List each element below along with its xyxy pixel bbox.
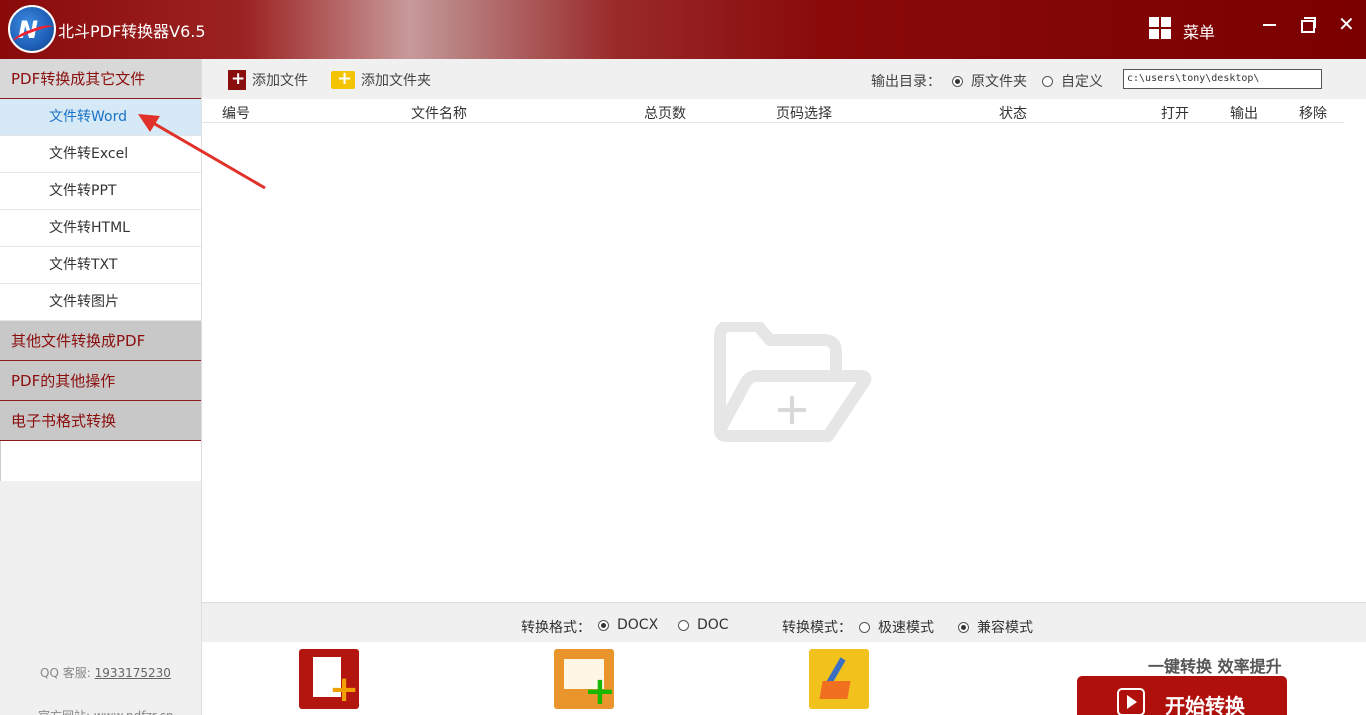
output-original-label: 原文件夹: [971, 74, 1027, 90]
add-folder-icon: [331, 68, 355, 89]
add-folder-label: 添加文件夹: [361, 73, 431, 89]
app-title: 北斗PDF转换器V6.5: [58, 22, 206, 41]
category-pdf-to-other[interactable]: PDF转换成其它文件: [0, 59, 201, 99]
add-folder-drop-icon[interactable]: [712, 322, 874, 442]
menu-button[interactable]: 菜单: [1183, 19, 1215, 43]
radio-unchecked-icon: [678, 619, 689, 631]
sidebar-item-to-html[interactable]: 文件转HTML: [0, 210, 201, 247]
qq-support: QQ 客服: 1933175230: [40, 664, 171, 681]
sidebar-blank: [0, 441, 201, 481]
slogan: 一键转换 效率提升: [1148, 657, 1282, 676]
add-file-label: 添加文件: [252, 73, 308, 89]
menu-grid-icon[interactable]: [1149, 17, 1171, 39]
col-remove: 移除: [1299, 106, 1327, 122]
official-site[interactable]: 官方网站: www.pdfzr.cn: [38, 707, 174, 715]
format-docx-label: DOCX: [617, 617, 659, 633]
mode-label: 转换模式：: [782, 620, 852, 636]
category-other-to-pdf[interactable]: 其他文件转换成PDF: [0, 321, 201, 361]
mode-fast-label: 极速模式: [878, 620, 934, 636]
category-ebook-convert[interactable]: 电子书格式转换: [0, 401, 201, 441]
mode-compat-radio[interactable]: 兼容模式: [958, 617, 1033, 637]
format-label: 转换格式：: [521, 620, 591, 636]
output-path-input[interactable]: c:\users\tony\desktop\: [1123, 69, 1322, 89]
qq-label: QQ 客服:: [40, 666, 91, 680]
mode-compat-label: 兼容模式: [977, 620, 1033, 636]
maximize-button[interactable]: [1298, 14, 1318, 34]
col-filename: 文件名称: [411, 106, 467, 122]
col-pages: 总页数: [644, 106, 686, 122]
format-doc-label: DOC: [697, 617, 729, 633]
category-pdf-other-ops[interactable]: PDF的其他操作: [0, 361, 201, 401]
app-logo: N: [8, 5, 56, 53]
annotation-arrow-icon: [138, 114, 266, 190]
output-custom-radio[interactable]: 自定义: [1042, 71, 1103, 91]
clear-list-broom-icon[interactable]: [809, 649, 869, 709]
col-page-select: 页码选择: [776, 106, 832, 122]
format-docx-radio[interactable]: DOCX: [598, 617, 658, 633]
radio-checked-icon: [952, 75, 963, 87]
format-doc-radio[interactable]: DOC: [678, 617, 729, 633]
add-file-icon: [228, 69, 246, 90]
conversion-options: 转换格式： DOCX DOC 转换模式： 极速模式 兼容模式: [202, 602, 1366, 642]
start-convert-label: 开始转换: [1165, 694, 1245, 715]
add-folder-button[interactable]: 添加文件夹: [331, 68, 431, 91]
col-output: 输出: [1230, 106, 1258, 122]
add-folder-action-icon[interactable]: [554, 649, 616, 713]
close-button[interactable]: ✕: [1338, 14, 1358, 34]
add-pdf-file-icon[interactable]: [299, 649, 359, 710]
radio-checked-icon: [598, 619, 609, 631]
file-table-header: 编号 文件名称 总页数 页码选择 状态 打开 输出 移除: [202, 99, 1344, 123]
radio-unchecked-icon: [859, 621, 870, 633]
col-status: 状态: [999, 106, 1027, 122]
start-convert-button[interactable]: 开始转换: [1077, 676, 1287, 715]
radio-checked-icon: [958, 621, 969, 633]
sidebar-item-to-image[interactable]: 文件转图片: [0, 284, 201, 321]
action-bar: 一键转换 效率提升 开始转换: [202, 642, 1366, 715]
output-custom-label: 自定义: [1061, 74, 1103, 90]
minimize-button[interactable]: [1260, 14, 1280, 34]
add-file-button[interactable]: 添加文件: [228, 69, 308, 91]
col-open: 打开: [1161, 106, 1189, 122]
output-original-radio[interactable]: 原文件夹: [952, 71, 1027, 91]
play-icon: [1117, 688, 1145, 715]
output-dir-label: 输出目录：: [871, 74, 941, 90]
mode-fast-radio[interactable]: 极速模式: [859, 617, 934, 637]
sidebar-item-to-txt[interactable]: 文件转TXT: [0, 247, 201, 284]
qq-number-link[interactable]: 1933175230: [95, 666, 171, 680]
radio-unchecked-icon: [1042, 75, 1053, 87]
title-bar: N 北斗PDF转换器V6.5 菜单 ✕: [0, 0, 1366, 59]
toolbar: 添加文件 添加文件夹 输出目录： 原文件夹 自定义 c:\users\tony\…: [202, 59, 1366, 99]
